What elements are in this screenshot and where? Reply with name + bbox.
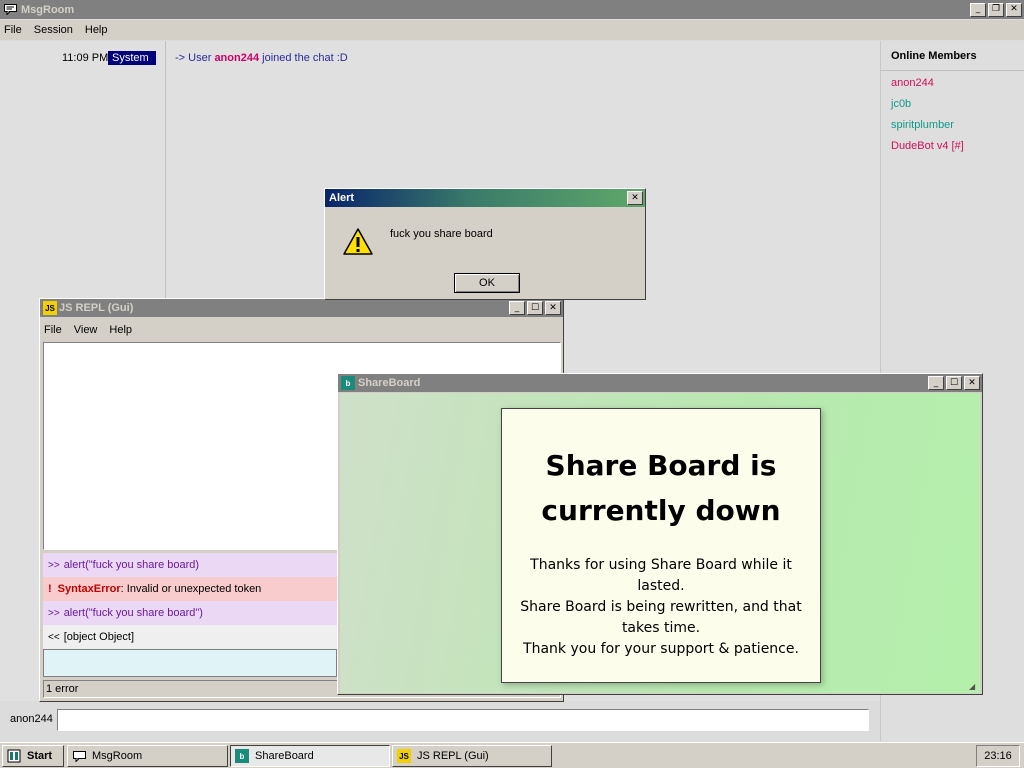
body-line: Share Board is being rewritten, and that — [520, 599, 802, 615]
heading-line: Share Board is — [545, 449, 777, 482]
taskbar-item-msgroom[interactable]: MsgRoom — [67, 745, 228, 767]
message-username[interactable]: anon244 — [214, 52, 259, 64]
notice-body: Thanks for using Share Board while it la… — [502, 555, 820, 660]
input-prompt: >> — [48, 607, 60, 619]
start-label: Start — [27, 750, 53, 762]
heading-line: currently down — [541, 494, 781, 527]
shareboard-icon: b — [235, 749, 249, 763]
notice-heading: Share Board is currently down — [502, 443, 820, 533]
repl-error-line: ! SyntaxError : Invalid or unexpected to… — [43, 577, 337, 601]
member-item[interactable]: DudeBot v4 [#] — [881, 134, 1024, 155]
error-icon: ! — [48, 583, 52, 595]
ok-button[interactable]: OK — [454, 273, 520, 293]
close-button[interactable]: ✕ — [545, 301, 561, 315]
minimize-button[interactable]: _ — [509, 301, 525, 315]
taskbar-item-shareboard[interactable]: b ShareBoard — [230, 745, 390, 767]
repl-titlebar[interactable]: JS JS REPL (Gui) _ ☐ ✕ — [40, 299, 563, 317]
body-line: takes time. — [621, 620, 701, 636]
start-button[interactable]: Start — [2, 745, 64, 767]
close-button[interactable]: ✕ — [627, 191, 643, 205]
chat-bubble-icon — [72, 749, 86, 763]
sender-badge: System — [108, 51, 156, 65]
maximize-button[interactable]: ☐ — [946, 376, 962, 390]
window-title: Alert — [329, 192, 355, 204]
member-item[interactable]: anon244 — [881, 71, 1024, 92]
alert-titlebar[interactable]: Alert ✕ — [325, 189, 645, 207]
message-prefix: -> User — [175, 52, 215, 64]
js-icon: JS — [397, 749, 411, 763]
shareboard-titlebar[interactable]: b ShareBoard _ ☐ ✕ — [338, 374, 982, 392]
taskbar-item-js-repl[interactable]: JS JS REPL (Gui) — [392, 745, 552, 767]
output-prompt: << — [48, 631, 60, 643]
message-input-row: anon244 — [0, 704, 880, 740]
member-item[interactable]: spiritplumber — [881, 113, 1024, 134]
current-username: anon244 — [10, 713, 53, 725]
message-time: 11:09 PM — [62, 52, 109, 64]
restore-button[interactable]: ❐ — [988, 2, 1004, 17]
clock: 23:16 — [976, 745, 1020, 767]
message-input[interactable] — [57, 709, 869, 731]
repl-code: alert("fuck you share board") — [63, 607, 203, 619]
minimize-button[interactable]: _ — [970, 2, 986, 17]
notice-card: Share Board is currently down Thanks for… — [501, 408, 821, 683]
member-item[interactable]: jc0b — [881, 92, 1024, 113]
task-label: ShareBoard — [255, 750, 314, 762]
menu-help[interactable]: Help — [85, 24, 108, 36]
alert-dialog: Alert ✕ fuck you share board OK — [324, 188, 646, 300]
alert-message: fuck you share board — [390, 228, 493, 240]
msgroom-titlebar[interactable]: MsgRoom _ ❐ ✕ — [0, 0, 1024, 19]
menu-file[interactable]: File — [44, 324, 62, 336]
task-label: MsgRoom — [92, 750, 143, 762]
body-line: Thank you for your support & patience. — [523, 641, 799, 657]
menu-session[interactable]: Session — [34, 24, 73, 36]
message-suffix: joined the chat :D — [259, 52, 348, 64]
repl-result: [object Object] — [63, 631, 135, 643]
repl-input[interactable] — [43, 649, 337, 677]
close-button[interactable]: ✕ — [964, 376, 980, 390]
window-title: MsgRoom — [21, 3, 75, 16]
maximize-button[interactable]: ☐ — [527, 301, 543, 315]
warning-icon — [343, 228, 373, 255]
message-text: -> User anon244 joined the chat :D — [175, 52, 348, 64]
window-title: JS REPL (Gui) — [59, 302, 134, 314]
task-label: JS REPL (Gui) — [417, 750, 489, 762]
close-button[interactable]: ✕ — [1006, 2, 1022, 17]
menubar: File Session Help — [0, 20, 1024, 40]
members-heading: Online Members — [881, 41, 1024, 71]
body-line: lasted. — [637, 578, 685, 594]
input-prompt: >> — [48, 559, 60, 571]
repl-input-line: >> alert("fuck you share board) — [43, 553, 337, 577]
error-message: : Invalid or unexpected token — [120, 583, 262, 595]
menu-file[interactable]: File — [4, 24, 22, 36]
taskbar: Start MsgRoom b ShareBoard JS JS REPL (G… — [0, 742, 1024, 768]
window-title: ShareBoard — [358, 377, 421, 389]
shareboard-window: b ShareBoard _ ☐ ✕ Share Board is curren… — [337, 373, 983, 695]
js-icon: JS — [43, 301, 57, 315]
error-name: SyntaxError — [57, 583, 121, 595]
menu-help[interactable]: Help — [109, 324, 132, 336]
repl-code: alert("fuck you share board) — [63, 559, 200, 571]
menu-view[interactable]: View — [74, 324, 98, 336]
body-line: Thanks for using Share Board while it — [530, 557, 792, 573]
shareboard-content: Share Board is currently down Thanks for… — [340, 393, 980, 693]
chat-bubble-icon — [3, 3, 17, 17]
repl-output-line: << [object Object] — [43, 625, 337, 649]
repl-input-line: >> alert("fuck you share board") — [43, 601, 337, 625]
resize-grip-icon[interactable]: ◢ — [969, 682, 977, 691]
minimize-button[interactable]: _ — [928, 376, 944, 390]
start-icon — [7, 749, 21, 763]
shareboard-icon: b — [341, 376, 355, 390]
repl-menubar: File View Help — [40, 320, 563, 340]
